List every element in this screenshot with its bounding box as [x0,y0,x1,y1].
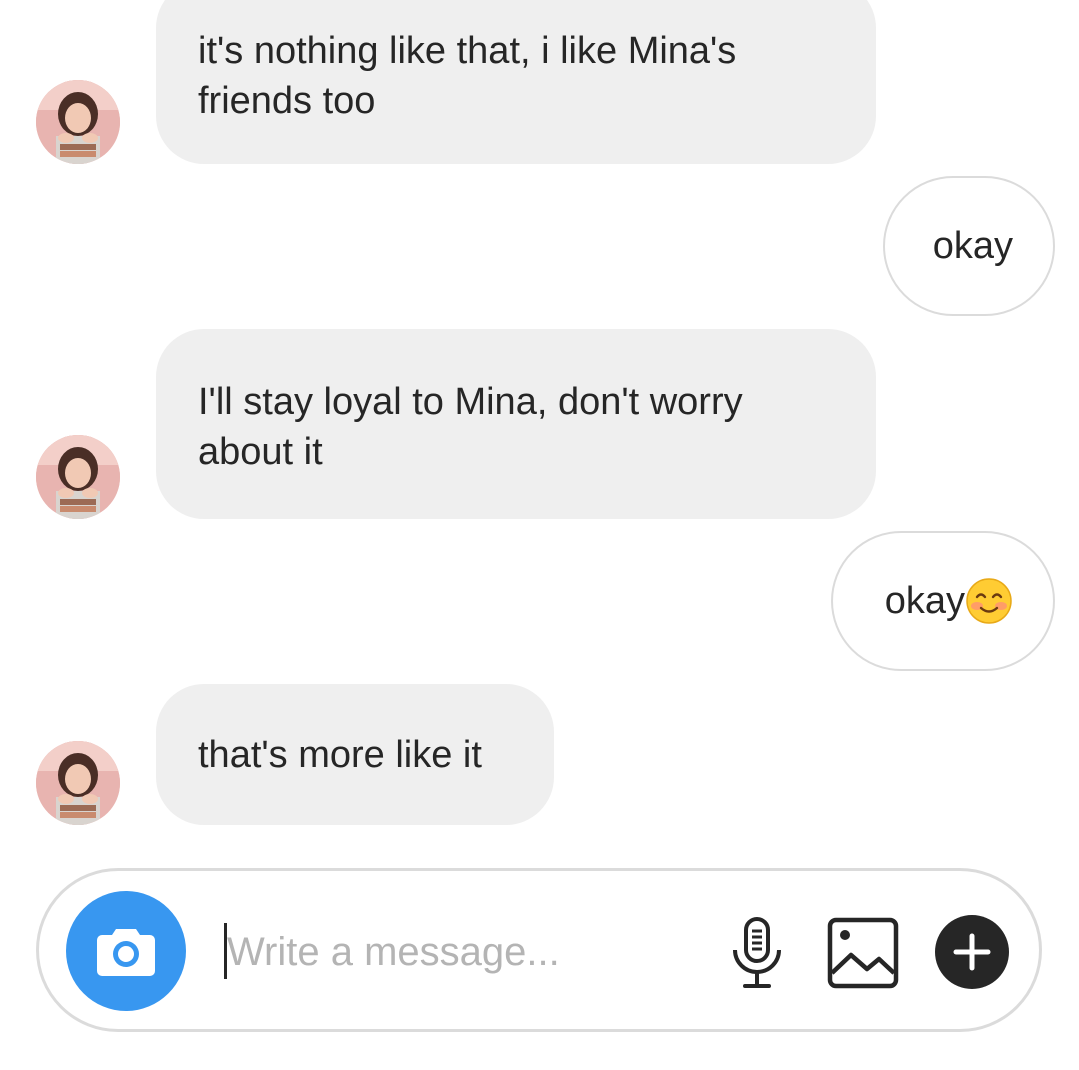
message-text-line: it's nothing like that, i like Mina's [198,30,737,72]
avatar[interactable] [36,741,120,825]
avatar[interactable] [36,80,120,164]
smiling-face-emoji-icon [965,577,1013,625]
avatar[interactable] [36,435,120,519]
camera-icon [97,929,155,976]
message-row-outgoing: okay [0,531,1079,673]
microphone-icon [733,917,781,988]
message-row-incoming: that's more like it [0,684,1079,826]
message-text: okay [932,225,1013,267]
message-thread: it's nothing like that, i like Mina's fr… [0,0,1079,860]
message-row-outgoing: okay [0,176,1079,318]
message-row-incoming: I'll stay loyal to Mina, don't worry abo… [0,329,1079,519]
message-bubble-incoming[interactable]: I'll stay loyal to Mina, don't worry abo… [156,329,876,519]
message-text: okay [884,580,965,622]
gallery-icon [827,917,899,989]
message-text-line: friends too [198,80,376,122]
message-composer [36,868,1042,1032]
message-bubble-outgoing[interactable]: okay [883,176,1055,316]
message-row-incoming: it's nothing like that, i like Mina's fr… [0,0,1079,170]
add-button[interactable] [935,915,1009,989]
camera-button[interactable] [66,891,186,1011]
message-bubble-incoming[interactable]: it's nothing like that, i like Mina's fr… [156,0,876,164]
message-bubble-incoming[interactable]: that's more like it [156,684,554,825]
message-text-line: I'll stay loyal to Mina, don't worry [198,381,743,423]
message-input[interactable] [227,917,697,987]
plus-icon [953,933,991,971]
microphone-button[interactable] [719,915,795,991]
message-bubble-outgoing[interactable]: okay [831,531,1055,671]
gallery-button[interactable] [825,915,901,991]
message-text-line: about it [198,431,323,473]
message-text-line: that's more like it [198,734,482,776]
